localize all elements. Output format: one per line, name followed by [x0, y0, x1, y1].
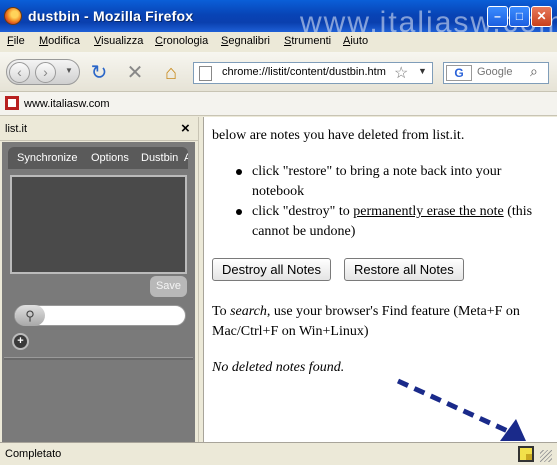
bookmark-star-icon[interactable]: ☆	[394, 63, 408, 83]
listit-note-icon[interactable]	[518, 446, 534, 462]
sidebar-search-field[interactable]: ⚲	[14, 305, 186, 326]
title-bar: dustbin - Mozilla Firefox www.italiasw.c…	[0, 0, 557, 39]
menu-bar: File Modifica Visualizza Cronologia Segn…	[0, 32, 557, 52]
url-dropdown-icon[interactable]: ▼	[418, 66, 427, 76]
sidebar-tabs: Synchronize Options Dustbin A	[8, 147, 188, 169]
restore-all-button[interactable]: Restore all Notes	[344, 258, 464, 281]
window-title: dustbin - Mozilla Firefox	[28, 8, 194, 24]
search-input[interactable]	[477, 66, 527, 78]
sidebar-title: list.it	[5, 123, 27, 135]
url-bar[interactable]: ☆ ▼	[193, 62, 433, 84]
bookmark-italiasw[interactable]: www.italiasw.com	[24, 98, 110, 110]
minimize-button[interactable]: –	[487, 6, 508, 27]
bookmarks-toolbar: www.italiasw.com	[0, 92, 557, 116]
sidebar-header: list.it ×	[0, 117, 198, 141]
search-engine-icon[interactable]: G	[446, 65, 472, 81]
navigation-toolbar: ‹ › ▼ ↻ ✕ ⌂ ☆ ▼ G ⌕	[0, 52, 557, 92]
tab-synchronize[interactable]: Synchronize	[17, 152, 78, 164]
destroy-all-button[interactable]: Destroy all Notes	[212, 258, 331, 281]
history-dropdown-icon[interactable]: ▼	[65, 66, 73, 75]
reload-icon[interactable]: ↻	[88, 62, 110, 84]
firefox-icon	[4, 7, 22, 25]
menu-modifica[interactable]: Modifica	[39, 35, 80, 47]
search-hint-em: search	[230, 304, 267, 319]
menu-segnalibri[interactable]: Segnalibri	[221, 35, 270, 47]
menu-aiuto[interactable]: Aiuto	[343, 35, 368, 47]
search-hint-a: To	[212, 304, 231, 319]
search-bar[interactable]: G ⌕	[443, 62, 549, 84]
list-item: click "destroy" to permanently erase the…	[232, 202, 550, 242]
menu-visualizza[interactable]: Visualizza	[94, 35, 143, 47]
menu-file[interactable]: File	[7, 35, 25, 47]
note-textarea[interactable]	[10, 175, 187, 274]
status-bar: Completato	[0, 442, 557, 465]
intro-text: below are notes you have deleted from li…	[212, 128, 465, 143]
tab-options[interactable]: Options	[91, 152, 129, 164]
back-arrow-icon[interactable]: ‹	[9, 62, 30, 83]
empty-message: No deleted notes found.	[212, 360, 345, 375]
close-window-button[interactable]: ✕	[531, 6, 552, 27]
back-forward-group: ‹ › ▼	[6, 59, 80, 85]
search-icon[interactable]: ⌕	[530, 63, 538, 80]
status-text: Completato	[5, 448, 62, 460]
save-button[interactable]: Save	[150, 276, 187, 297]
stop-icon[interactable]: ✕	[124, 62, 146, 84]
url-input[interactable]	[222, 66, 392, 78]
firefox-window: dustbin - Mozilla Firefox www.italiasw.c…	[0, 0, 557, 465]
search-icon: ⚲	[15, 305, 45, 326]
list-item: click "restore" to bring a note back int…	[232, 162, 550, 202]
destroy-instruction-a: click "destroy" to	[252, 204, 354, 219]
destroy-instruction-emphasis: permanently erase the note	[353, 204, 504, 219]
sidebar-divider	[4, 357, 193, 360]
tab-more[interactable]: A	[184, 152, 188, 164]
search-hint: To search, use your browser's Find featu…	[212, 302, 552, 342]
add-note-button[interactable]: +	[12, 333, 29, 350]
instructions-list: click "restore" to bring a note back int…	[232, 162, 550, 242]
sidebar-close-icon[interactable]: ×	[181, 120, 190, 137]
sidebar-panel: Synchronize Options Dustbin A Save ⚲ +	[2, 142, 195, 442]
menu-strumenti[interactable]: Strumenti	[284, 35, 331, 47]
home-icon[interactable]: ⌂	[160, 62, 182, 84]
annotation-arrow	[396, 378, 526, 441]
italiasw-favicon	[5, 96, 19, 110]
dustbin-page: below are notes you have deleted from li…	[204, 117, 557, 442]
maximize-button[interactable]: □	[509, 6, 530, 27]
tab-dustbin[interactable]: Dustbin	[141, 152, 178, 164]
resize-grip[interactable]	[540, 450, 552, 462]
menu-cronologia[interactable]: Cronologia	[155, 35, 208, 47]
restore-instruction: click "restore" to bring a note back int…	[252, 164, 502, 199]
forward-arrow-icon[interactable]: ›	[35, 62, 56, 83]
page-icon	[199, 66, 212, 81]
